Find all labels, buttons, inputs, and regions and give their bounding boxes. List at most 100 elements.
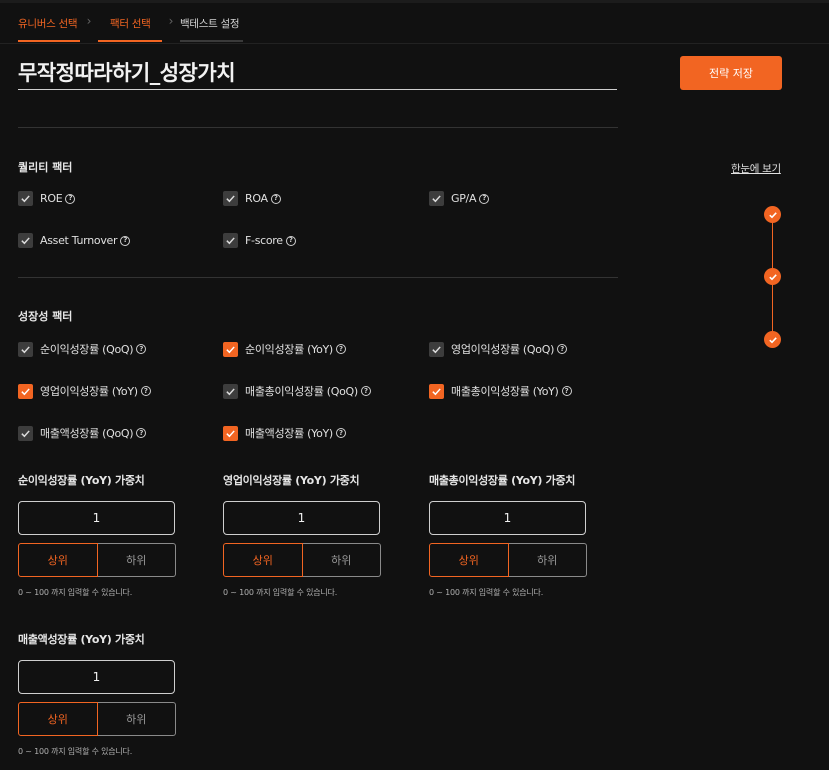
help-icon[interactable]: ? [335,344,346,354]
weight-input[interactable]: 1 [18,660,175,694]
help-icon[interactable]: ? [136,428,147,438]
upper-rank-button[interactable]: 상위 [429,543,509,577]
header-divider [0,43,829,44]
weight-input[interactable]: 1 [18,501,175,535]
weight-label: 매출액성장률 (YoY) 가중치 [18,633,145,646]
save-strategy-button[interactable]: 전략 저장 [680,56,782,90]
factor-label: 순이익성장률 (YoY) [245,343,333,356]
checkbox-checked-icon[interactable] [18,233,33,248]
factor-label: 영업이익성장률 (YoY) [40,385,138,398]
checkbox-checked-icon[interactable] [429,383,444,399]
help-icon[interactable]: ? [140,386,151,396]
check-circle-icon[interactable] [764,331,781,348]
checkbox-checked-icon[interactable] [18,425,33,441]
step-universe-label: 유니버스 선택 [18,18,78,30]
step-factor-underline [98,40,162,42]
upper-rank-button[interactable]: 상위 [18,702,98,736]
step-universe[interactable]: 유니버스 선택 [18,8,80,42]
factor-label: GP/A [451,192,477,205]
rank-toggle: 상위 하위 [18,543,176,577]
divider [18,277,618,278]
upper-rank-button[interactable]: 상위 [223,543,303,577]
checkbox-checked-icon[interactable] [429,191,444,206]
checkbox-checked-icon[interactable] [18,383,33,399]
top-border [0,0,829,3]
factor-label: F-score [245,234,283,247]
chevron-right-icon: › [168,14,174,28]
factor-checkbox-net-income-qoq[interactable]: 순이익성장률 (QoQ) ? [18,341,147,357]
help-icon[interactable]: ? [270,193,281,204]
factor-checkbox-net-income-yoy[interactable]: 순이익성장률 (YoY) ? [223,341,346,357]
factor-label: 매출총이익성장률 (YoY) [451,385,559,398]
lower-rank-button[interactable]: 하위 [97,543,176,577]
overview-link[interactable]: 한눈에 보기 [731,161,781,176]
factor-checkbox-asset-turnover[interactable]: Asset Turnover ? [18,233,131,248]
lower-rank-button[interactable]: 하위 [302,543,381,577]
factor-checkbox-gpa[interactable]: GP/A ? [429,191,490,206]
checkbox-checked-icon[interactable] [18,191,33,206]
factor-label: ROA [245,192,268,205]
factor-label: 영업이익성장률 (QoQ) [451,343,555,356]
help-icon[interactable]: ? [360,386,371,396]
factor-label: 순이익성장률 (QoQ) [40,343,134,356]
factor-label: Asset Turnover [40,234,118,247]
factor-label: 매출액성장률 (YoY) [245,427,333,440]
upper-rank-button[interactable]: 상위 [18,543,98,577]
rank-toggle: 상위 하위 [223,543,381,577]
chevron-right-icon: › [86,14,92,28]
weight-hint: 0 ~ 100 까지 입력할 수 있습니다. [223,588,338,597]
weight-label: 순이익성장률 (YoY) 가중치 [18,474,145,487]
weight-hint: 0 ~ 100 까지 입력할 수 있습니다. [18,588,133,597]
lower-rank-button[interactable]: 하위 [508,543,587,577]
step-backtest-underline [180,40,243,42]
help-icon[interactable]: ? [65,193,76,204]
factor-label: ROE [40,192,63,205]
factor-checkbox-revenue-yoy[interactable]: 매출액성장률 (YoY) ? [223,425,346,441]
help-icon[interactable]: ? [285,235,296,246]
checkbox-checked-icon[interactable] [223,191,238,206]
step-factor[interactable]: 팩터 선택 [98,8,162,42]
factor-checkbox-roa[interactable]: ROA ? [223,191,281,206]
step-backtest[interactable]: 백테스트 설정 [180,8,243,42]
help-icon[interactable]: ? [335,428,346,438]
checkbox-checked-icon[interactable] [18,341,33,357]
growth-factor-title: 성장성 팩터 [18,310,73,323]
weight-hint: 0 ~ 100 까지 입력할 수 있습니다. [18,747,133,756]
lower-rank-button[interactable]: 하위 [97,702,176,736]
rank-toggle: 상위 하위 [18,702,176,736]
rank-toggle: 상위 하위 [429,543,587,577]
weight-label: 영업이익성장률 (YoY) 가중치 [223,474,360,487]
checkbox-checked-icon[interactable] [223,233,238,248]
help-icon[interactable]: ? [561,386,572,396]
help-icon[interactable]: ? [479,193,490,204]
factor-checkbox-f-score[interactable]: F-score ? [223,233,296,248]
factor-label: 매출액성장률 (QoQ) [40,427,134,440]
step-factor-label: 팩터 선택 [110,18,151,30]
factor-label: 매출총이익성장률 (QoQ) [245,385,358,398]
factor-checkbox-operating-income-qoq[interactable]: 영업이익성장률 (QoQ) ? [429,341,568,357]
checkbox-checked-icon[interactable] [223,425,238,441]
divider [18,127,618,128]
factor-checkbox-gross-profit-qoq[interactable]: 매출총이익성장률 (QoQ) ? [223,383,371,399]
weight-input[interactable]: 1 [223,501,380,535]
quality-factor-title: 퀄리티 팩터 [18,161,73,174]
factor-checkbox-operating-income-yoy[interactable]: 영업이익성장률 (YoY) ? [18,383,151,399]
checkbox-checked-icon[interactable] [429,341,444,357]
checkbox-checked-icon[interactable] [223,383,238,399]
help-icon[interactable]: ? [557,344,568,354]
factor-checkbox-gross-profit-yoy[interactable]: 매출총이익성장률 (YoY) ? [429,383,572,399]
factor-checkbox-roe[interactable]: ROE ? [18,191,76,206]
step-backtest-label: 백테스트 설정 [180,18,240,30]
factor-checkbox-revenue-qoq[interactable]: 매출액성장률 (QoQ) ? [18,425,147,441]
weight-label: 매출총이익성장률 (YoY) 가중치 [429,474,576,487]
help-icon[interactable]: ? [120,235,131,246]
strategy-name-input[interactable]: 무작정따라하기_성장가치 [18,58,617,90]
check-circle-icon[interactable] [764,206,781,223]
help-icon[interactable]: ? [136,344,147,354]
step-navigation: 유니버스 선택 › 팩터 선택 › 백테스트 설정 [18,8,243,42]
checkbox-checked-icon[interactable] [223,341,238,357]
weight-input[interactable]: 1 [429,501,586,535]
step-universe-underline [18,40,80,42]
check-circle-icon[interactable] [764,268,781,285]
weight-hint: 0 ~ 100 까지 입력할 수 있습니다. [429,588,544,597]
